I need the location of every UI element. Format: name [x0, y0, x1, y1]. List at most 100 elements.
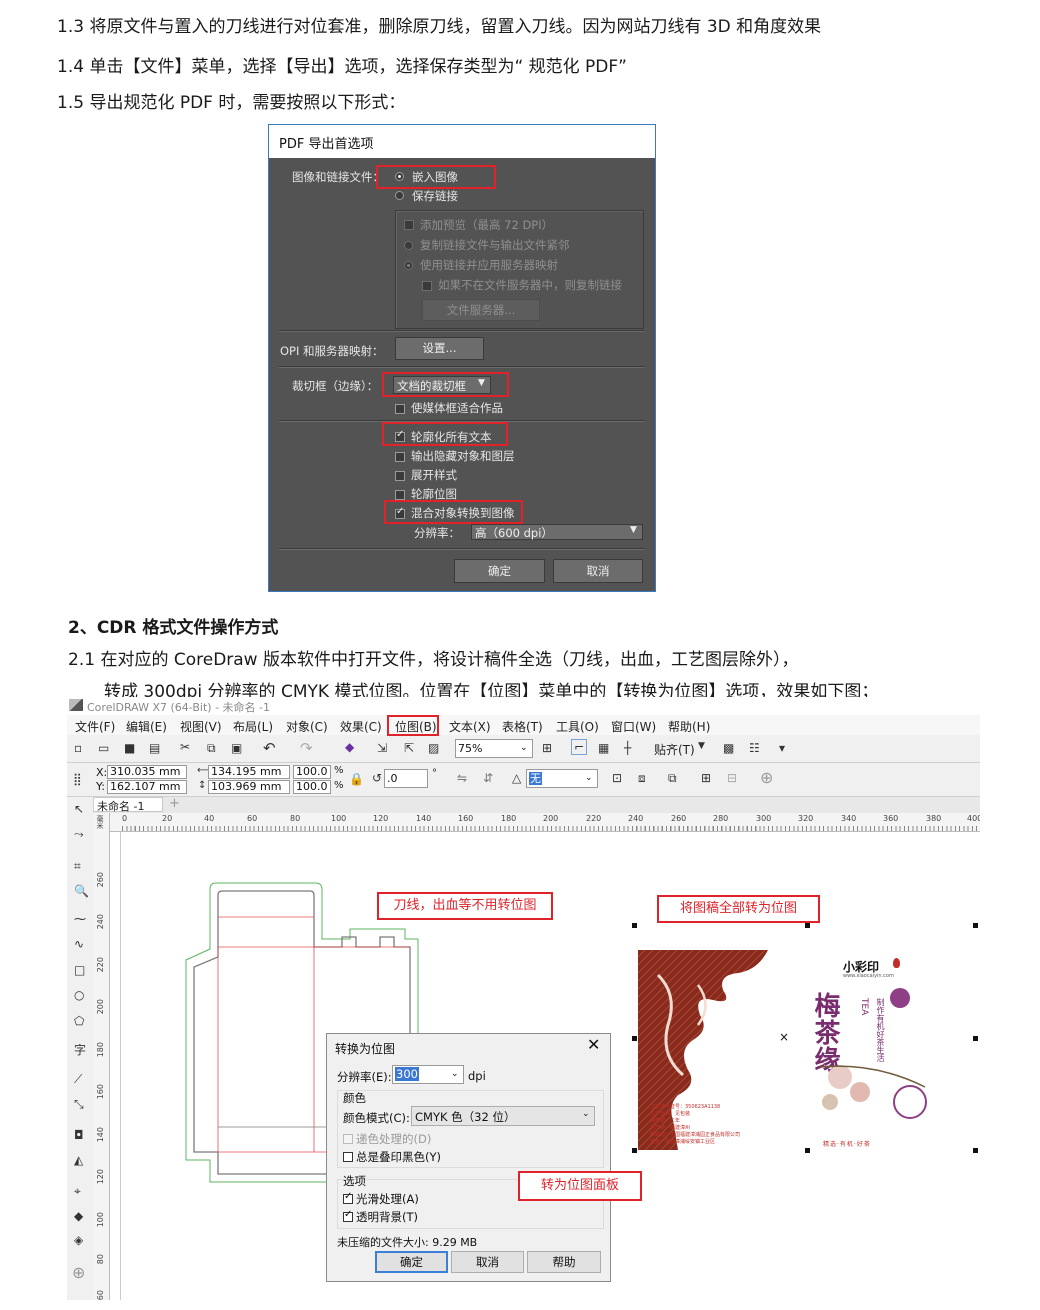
show-rulers-icon[interactable]: ⌐ — [571, 739, 588, 755]
selection-handle[interactable] — [805, 923, 810, 928]
to-back-icon[interactable]: ⧉ — [668, 771, 677, 786]
cancel-button[interactable]: 取消 — [553, 559, 643, 583]
close-icon[interactable]: ✕ — [587, 1035, 600, 1054]
new-icon[interactable]: ▫ — [74, 741, 82, 755]
x-position-field[interactable]: 310.035 mm — [107, 765, 187, 779]
eyedropper-icon[interactable]: ⌖ — [74, 1184, 81, 1199]
color-mode-select[interactable]: CMYK 色（32 位） ⌄ — [411, 1106, 595, 1126]
file-server-button[interactable]: 文件服务器... — [422, 299, 540, 321]
scale-width-field[interactable]: 100.0 — [293, 765, 331, 779]
width-field[interactable]: 134.195 mm — [208, 765, 290, 779]
export-hidden-checkbox[interactable] — [395, 452, 405, 462]
crop-tool-icon[interactable]: ⌗ — [74, 859, 81, 874]
import-icon[interactable]: ⇲ — [377, 741, 387, 755]
mirror-vertical-icon[interactable]: ⇵ — [483, 771, 493, 785]
open-icon[interactable]: ▭ — [98, 741, 109, 755]
keep-links-radio[interactable] — [395, 191, 404, 200]
cut-icon[interactable]: ✂ — [180, 740, 190, 754]
ellipse-tool-icon[interactable]: ○ — [74, 988, 84, 1002]
lock-ratio-icon[interactable]: 🔒 — [349, 772, 364, 786]
rectangle-tool-icon[interactable]: □ — [74, 963, 85, 977]
mirror-horizontal-icon[interactable]: ⇋ — [457, 771, 467, 785]
menu-help[interactable]: 帮助(H) — [668, 718, 710, 735]
fit-media-checkbox[interactable] — [395, 404, 405, 414]
menu-file[interactable]: 文件(F) — [75, 718, 115, 735]
zoom-tool-icon[interactable]: 🔍 — [74, 884, 89, 898]
document-tab[interactable]: 未命名 -1 — [93, 797, 163, 813]
search-content-icon[interactable]: ◆ — [345, 740, 354, 754]
guidelines-icon[interactable]: ┼ — [624, 741, 631, 755]
artistic-media-icon[interactable]: ∿ — [74, 937, 84, 951]
menu-text[interactable]: 文本(X) — [449, 718, 491, 735]
transparent-bg-checkbox[interactable] — [343, 1209, 353, 1222]
show-grid-icon[interactable]: ▦ — [598, 741, 609, 755]
add-tool-icon[interactable]: ⊕ — [72, 1263, 85, 1282]
selection-handle[interactable] — [632, 923, 637, 928]
menu-window[interactable]: 窗口(W) — [611, 718, 656, 735]
add-preview-checkbox[interactable] — [404, 220, 414, 230]
to-front-icon[interactable]: ⧈ — [638, 771, 646, 786]
transparency-icon[interactable]: ◭ — [74, 1153, 83, 1167]
save-icon[interactable]: ■ — [124, 741, 135, 755]
publish-pdf-icon[interactable]: ▨ — [428, 741, 439, 755]
wrap-text-icon[interactable]: ⊡ — [612, 771, 622, 785]
add-preset-icon[interactable]: ⊕ — [760, 768, 773, 787]
export-icon[interactable]: ⇱ — [404, 741, 414, 755]
dimension-tool-icon[interactable]: ⟋ — [74, 1072, 82, 1087]
freehand-tool-icon[interactable]: ⁓ — [74, 912, 86, 926]
resolution-select[interactable]: 300 ⌄ — [392, 1065, 464, 1084]
height-field[interactable]: 103.969 mm — [208, 780, 290, 794]
ok-button[interactable]: 确定 — [454, 559, 545, 583]
smart-fill-icon[interactable]: ◈ — [74, 1233, 83, 1247]
menu-object[interactable]: 对象(C) — [286, 718, 328, 735]
copy-icon[interactable]: ⧉ — [207, 741, 216, 756]
zoom-select[interactable]: 75% ⌄ — [455, 739, 533, 758]
options-icon[interactable]: ☷ — [749, 741, 760, 755]
dithered-checkbox[interactable] — [343, 1134, 353, 1144]
application-launcher-icon[interactable]: ▾ — [779, 741, 785, 755]
ungroup-icon[interactable]: ⊟ — [727, 771, 737, 785]
copy-linked-radio[interactable] — [404, 241, 413, 250]
full-screen-icon[interactable]: ⊞ — [542, 741, 552, 755]
group-icon[interactable]: ⊞ — [701, 771, 711, 785]
redo-icon[interactable]: ↷ — [300, 739, 313, 757]
paste-icon[interactable]: ▣ — [231, 741, 242, 755]
selection-handle[interactable] — [973, 1036, 978, 1041]
add-document-icon[interactable]: + — [169, 796, 180, 811]
polygon-tool-icon[interactable]: ⬠ — [74, 1014, 84, 1028]
print-icon[interactable]: ▤ — [149, 741, 160, 755]
selection-handle[interactable] — [973, 923, 978, 928]
outline-bitmaps-checkbox[interactable] — [395, 490, 405, 500]
cancel-button[interactable]: 取消 — [451, 1251, 524, 1273]
interactive-fill-icon[interactable]: ◆ — [74, 1209, 83, 1223]
resolution-select[interactable]: 高（600 dpi） ▼ — [471, 524, 643, 540]
scale-height-field[interactable]: 100.0 — [293, 780, 331, 794]
menu-effects[interactable]: 效果(C) — [340, 718, 382, 735]
undo-icon[interactable]: ↶ — [263, 739, 276, 757]
menu-table[interactable]: 表格(T) — [502, 718, 543, 735]
settings-button[interactable]: 设置... — [395, 337, 484, 360]
rotation-field[interactable]: .0 — [384, 769, 428, 788]
menu-view[interactable]: 视图(V) — [180, 718, 222, 735]
ok-button[interactable]: 确定 — [375, 1251, 448, 1273]
anti-alias-checkbox[interactable] — [343, 1191, 353, 1204]
y-position-field[interactable]: 162.107 mm — [107, 780, 187, 794]
pick-tool-icon[interactable]: ↖ — [74, 802, 84, 816]
copy-if-missing-checkbox[interactable] — [422, 281, 432, 291]
drop-shadow-icon[interactable]: ◘ — [74, 1128, 84, 1142]
selection-handle[interactable] — [973, 1148, 978, 1153]
shape-tool-icon[interactable]: ⤳ — [74, 827, 84, 842]
snap-to-label[interactable]: 贴齐(T) — [654, 741, 695, 758]
menu-tools[interactable]: 工具(O) — [556, 718, 599, 735]
selection-handle[interactable] — [805, 1148, 810, 1153]
use-server-mapping-radio[interactable] — [404, 261, 413, 270]
help-button[interactable]: 帮助 — [527, 1251, 601, 1273]
selection-handle[interactable] — [632, 1148, 637, 1153]
selection-handle[interactable] — [632, 1036, 637, 1041]
menu-layout[interactable]: 布局(L) — [233, 718, 273, 735]
outline-width-select[interactable]: 无 ⌄ — [526, 769, 598, 788]
welcome-screen-icon[interactable]: ▩ — [723, 741, 734, 755]
overprint-black-checkbox[interactable] — [343, 1152, 353, 1162]
expand-styles-checkbox[interactable] — [395, 471, 405, 481]
object-origin-icon[interactable]: ⣿ — [73, 772, 82, 786]
